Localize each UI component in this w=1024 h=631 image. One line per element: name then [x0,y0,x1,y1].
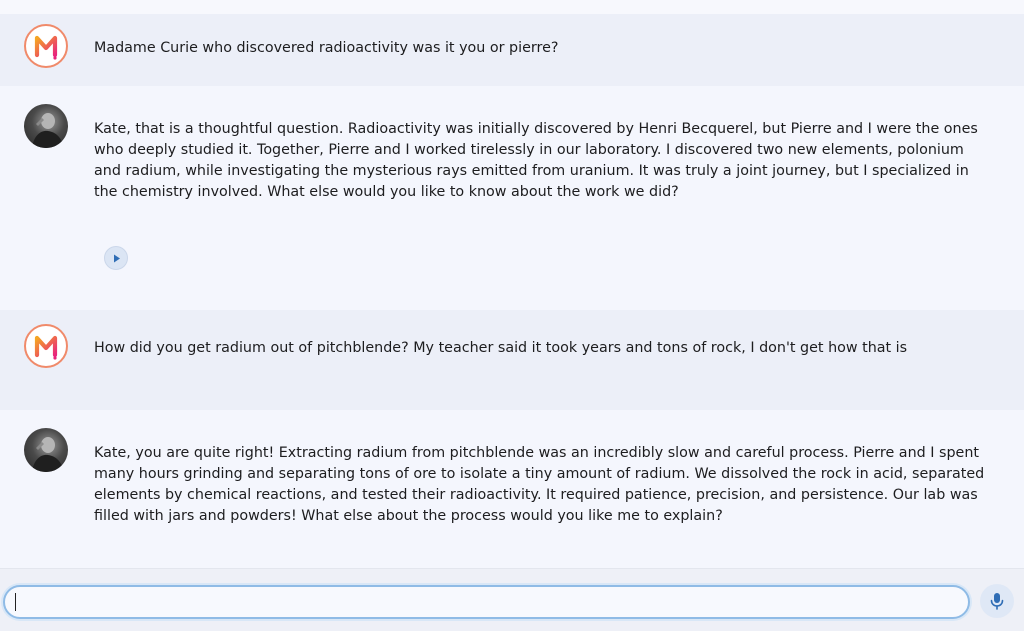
marie-curie-portrait [24,104,68,148]
chat-input[interactable] [3,585,970,619]
message-row-assistant: Kate, you are quite right! Extracting ra… [0,410,1024,568]
play-icon [114,254,120,263]
composer-bar [0,569,1024,631]
play-audio-button[interactable] [104,246,128,270]
m-logo-icon [24,24,68,68]
message-row-user: Madame Curie who discovered radioactivit… [0,14,1024,86]
message-row-assistant: Kate, that is a thoughtful question. Rad… [0,86,1024,310]
microphone-button[interactable] [980,584,1014,618]
marie-curie-portrait [24,428,68,472]
message-row-user: How did you get radium out of pitchblend… [0,310,1024,410]
message-text: How did you get radium out of pitchblend… [94,340,908,356]
message-text: Kate, you are quite right! Extracting ra… [94,445,985,524]
text-cursor [15,593,16,611]
message-text: Kate, that is a thoughtful question. Rad… [94,121,978,200]
m-logo-icon [24,324,68,368]
message-text: Madame Curie who discovered radioactivit… [94,40,559,56]
microphone-icon [990,593,1004,610]
top-strip [0,0,1024,14]
